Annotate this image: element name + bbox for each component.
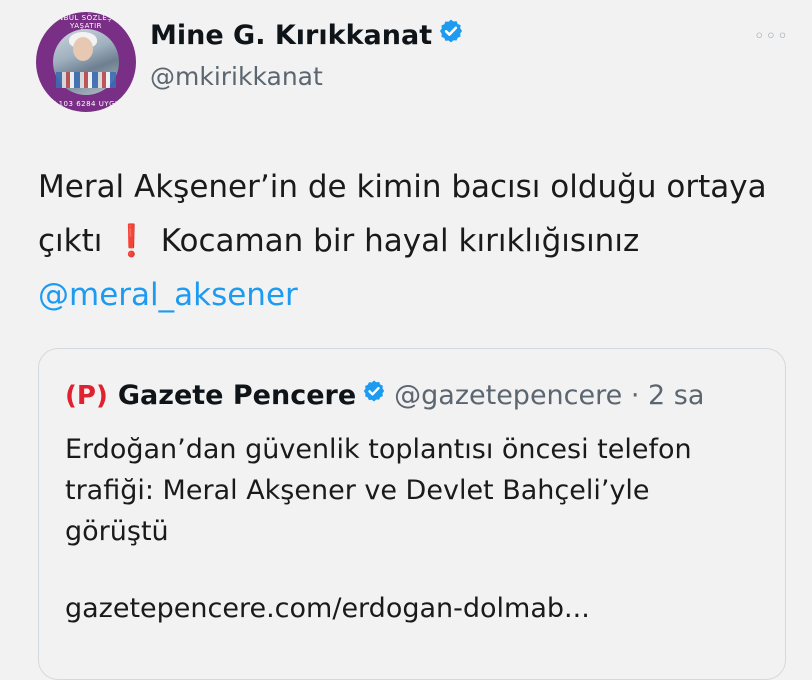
quoted-verified-badge-icon — [362, 378, 386, 412]
gazete-pencere-logo-icon: (P) — [65, 381, 108, 411]
quoted-handle-time[interactable]: @gazetepencere · 2 sa — [394, 380, 704, 411]
quoted-link[interactable]: gazetepencere.com/erdogan-dolmab... — [65, 593, 590, 624]
tweet-line-2-end: Kocaman bir hayal kırıklığısınız — [150, 223, 640, 259]
tweet-line-1: Meral Akşener’in de kimin bacısı olduğu … — [38, 169, 767, 205]
avatar-books — [56, 72, 116, 88]
avatar-ring-text-top: İSTANBUL SÖZLEŞMESİ YAŞATIR — [40, 14, 132, 30]
exclamation-icon: ❗ — [112, 223, 151, 259]
more-horizontal-icon[interactable]: ◦◦◦ — [754, 26, 789, 47]
tweet-line-2-start: çıktı — [38, 223, 113, 259]
mention-link[interactable]: @meral_aksener — [38, 268, 778, 322]
quoted-tweet-text: Erdoğan’dan güvenlik toplantısı öncesi t… — [65, 429, 765, 552]
quoted-line-2: trafiği: Meral Akşener ve Devlet Bahçeli… — [65, 475, 650, 506]
avatar[interactable]: İSTANBUL SÖZLEŞMESİ YAŞATIR TCK-103 6284… — [36, 12, 136, 112]
avatar-ring-text-bottom: TCK-103 6284 UYGULA — [41, 100, 131, 108]
author-name-text[interactable]: Mine G. Kırıkkanat — [150, 20, 432, 51]
verified-badge-icon — [438, 18, 464, 51]
avatar-face — [73, 37, 93, 61]
quoted-tweet-header: (P) Gazete Pencere @gazetepencere · 2 sa — [65, 379, 704, 413]
quoted-line-3: görüştü — [65, 516, 169, 547]
tweet-text: Meral Akşener’in de kimin bacısı olduğu … — [38, 160, 778, 322]
quoted-tweet-card[interactable]: (P) Gazete Pencere @gazetepencere · 2 sa E… — [38, 348, 786, 680]
quoted-line-1: Erdoğan’dan güvenlik toplantısı öncesi t… — [65, 434, 692, 465]
author-name[interactable]: Mine G. Kırıkkanat — [150, 18, 464, 53]
quoted-author-name[interactable]: Gazete Pencere — [118, 380, 356, 411]
author-handle[interactable]: @mkirikkanat — [150, 62, 323, 91]
tweet-line-2: çıktı ❗ Kocaman bir hayal kırıklığısınız — [38, 214, 778, 268]
